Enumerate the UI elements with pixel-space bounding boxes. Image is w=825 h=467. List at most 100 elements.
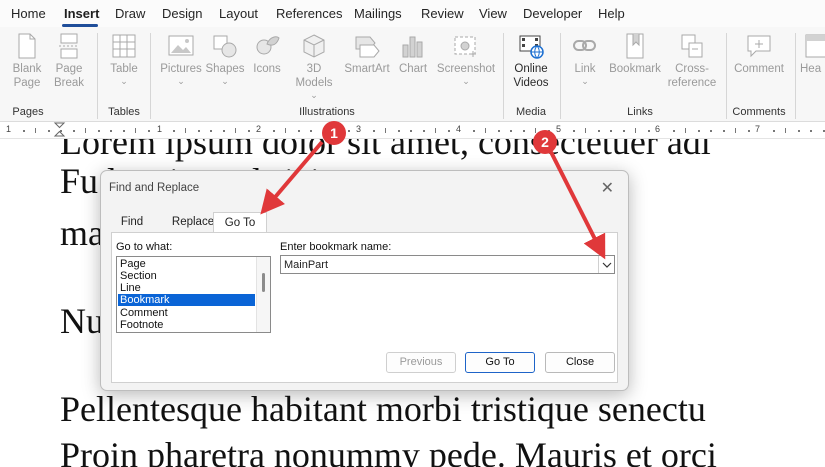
ribbon-tabs: Home Insert Draw Design Layout Reference… <box>0 0 825 27</box>
chart-label: Chart <box>398 63 428 75</box>
shapes-icon <box>213 35 237 58</box>
pictures-label: Pictures <box>160 63 202 75</box>
3d-models-label-1: 3D <box>306 63 322 75</box>
list-item[interactable]: Comment <box>118 307 255 319</box>
tab-find-label: Find <box>120 216 144 228</box>
blank-page-label-2: Page <box>13 77 41 89</box>
dialog-title: Find and Replace <box>109 182 200 194</box>
chevron-down-icon: ⌄ <box>310 90 318 100</box>
go-to-panel: Go to what: Page Section Line Bookmark C… <box>111 232 618 383</box>
ruler-tick <box>135 128 136 133</box>
scrollbar-thumb[interactable] <box>262 273 265 292</box>
tab-replace[interactable]: Replace <box>167 212 219 233</box>
go-to-button[interactable]: Go To <box>465 352 535 373</box>
blank-page-button[interactable]: Blank Page <box>8 33 46 90</box>
ruler-dot <box>572 130 575 132</box>
tab-help[interactable]: Help <box>598 6 625 21</box>
chevron-down-icon: ⌄ <box>177 76 185 86</box>
list-item[interactable]: Page <box>118 258 255 270</box>
ruler-dot <box>522 130 525 132</box>
go-to-what-list[interactable]: Page Section Line Bookmark Comment Footn… <box>116 256 271 333</box>
chevron-down-icon: ⌄ <box>120 76 128 86</box>
ruler-tick <box>185 128 186 133</box>
close-button[interactable]: Close <box>545 352 615 373</box>
table-button[interactable]: Table ⌄ <box>104 33 144 86</box>
comment-button[interactable]: Comment <box>731 33 787 76</box>
list-item-selected[interactable]: Bookmark <box>118 294 255 306</box>
ruler-dot <box>710 130 712 132</box>
bookmark-button[interactable]: Bookmark <box>606 33 664 76</box>
callout-badge-2: 2 <box>533 130 557 154</box>
pictures-button[interactable]: Pictures ⌄ <box>158 33 204 86</box>
list-scrollbar[interactable] <box>256 257 270 332</box>
previous-button[interactable]: Previous <box>386 352 456 373</box>
ruler-dot <box>310 130 312 132</box>
header-button[interactable]: Hea <box>800 33 825 76</box>
tab-references[interactable]: References <box>276 6 342 21</box>
ruler-dot <box>247 130 250 132</box>
ruler-number: 5 <box>556 124 562 134</box>
chart-button[interactable]: Chart <box>395 33 431 76</box>
group-label-links: Links <box>627 106 653 118</box>
list-item[interactable]: Footnote <box>118 319 255 331</box>
dropdown-button[interactable] <box>598 256 614 273</box>
page-break-button[interactable]: Page Break <box>50 33 88 90</box>
screenshot-button[interactable]: Screenshot ⌄ <box>435 33 497 86</box>
blank-page-label-1: Blank <box>12 63 42 75</box>
list-item[interactable]: Line <box>118 282 255 294</box>
smartart-label: SmartArt <box>344 63 390 75</box>
bookmark-name-combo[interactable]: MainPart <box>280 255 615 274</box>
tab-design[interactable]: Design <box>162 6 202 21</box>
shapes-button[interactable]: Shapes ⌄ <box>205 33 245 86</box>
ruler-dot <box>410 130 412 132</box>
horizontal-ruler[interactable]: 1 1 2 3 4 5 6 7 <box>0 122 825 139</box>
online-videos-button[interactable]: Online Videos <box>508 33 554 90</box>
ruler-dot <box>147 130 150 132</box>
ruler-tick <box>785 128 786 133</box>
ruler-dot <box>510 130 512 132</box>
ruler-dot <box>172 130 175 132</box>
ruler-dot <box>47 130 50 132</box>
ruler-dot <box>610 130 612 132</box>
tab-home[interactable]: Home <box>11 6 46 21</box>
ruler-dot <box>272 130 275 132</box>
tab-mailings[interactable]: Mailings <box>354 6 402 21</box>
ruler-dot <box>810 130 812 132</box>
smartart-icon <box>355 36 380 58</box>
tab-go-to[interactable]: Go To <box>213 212 267 233</box>
3d-models-button[interactable]: 3D Models ⌄ <box>290 33 338 100</box>
page-break-label-1: Page <box>55 63 83 75</box>
go-to-what-label: Go to what: <box>116 241 173 253</box>
chevron-down-icon <box>602 262 612 268</box>
list-item[interactable]: Section <box>118 270 255 282</box>
tab-view[interactable]: View <box>479 6 507 21</box>
icons-label: Icons <box>253 63 281 75</box>
ruler-dot <box>422 130 425 132</box>
ruler-dot <box>797 130 800 132</box>
ruler-dot <box>22 130 25 132</box>
tab-review[interactable]: Review <box>421 6 464 21</box>
group-separator <box>150 33 151 119</box>
ribbon: Blank Page Page Break Pages Table ⌄ Tabl… <box>0 27 825 122</box>
ruler-dot <box>497 130 500 132</box>
close-icon[interactable]: ✕ <box>601 178 614 198</box>
tab-developer[interactable]: Developer <box>523 6 582 21</box>
ruler-dot <box>597 130 600 132</box>
icons-button[interactable]: Icons <box>248 33 286 76</box>
group-label-comments: Comments <box>732 106 786 118</box>
tab-draw[interactable]: Draw <box>115 6 145 21</box>
smartart-button[interactable]: SmartArt <box>341 33 393 76</box>
tab-layout[interactable]: Layout <box>219 6 258 21</box>
icons-icon <box>256 36 280 55</box>
link-button[interactable]: Link ⌄ <box>566 33 604 86</box>
tab-insert[interactable]: Insert <box>64 6 99 21</box>
screenshot-label: Screenshot <box>436 63 496 75</box>
tab-find[interactable]: Find <box>111 212 153 233</box>
ruler-tick <box>735 128 736 133</box>
ruler-dot <box>747 130 750 132</box>
cross-reference-button[interactable]: Cross- reference <box>664 33 720 90</box>
ruler-dot <box>697 130 700 132</box>
chevron-down-icon: ⌄ <box>221 76 229 86</box>
group-separator <box>503 33 504 119</box>
ruler-dot <box>722 130 725 132</box>
